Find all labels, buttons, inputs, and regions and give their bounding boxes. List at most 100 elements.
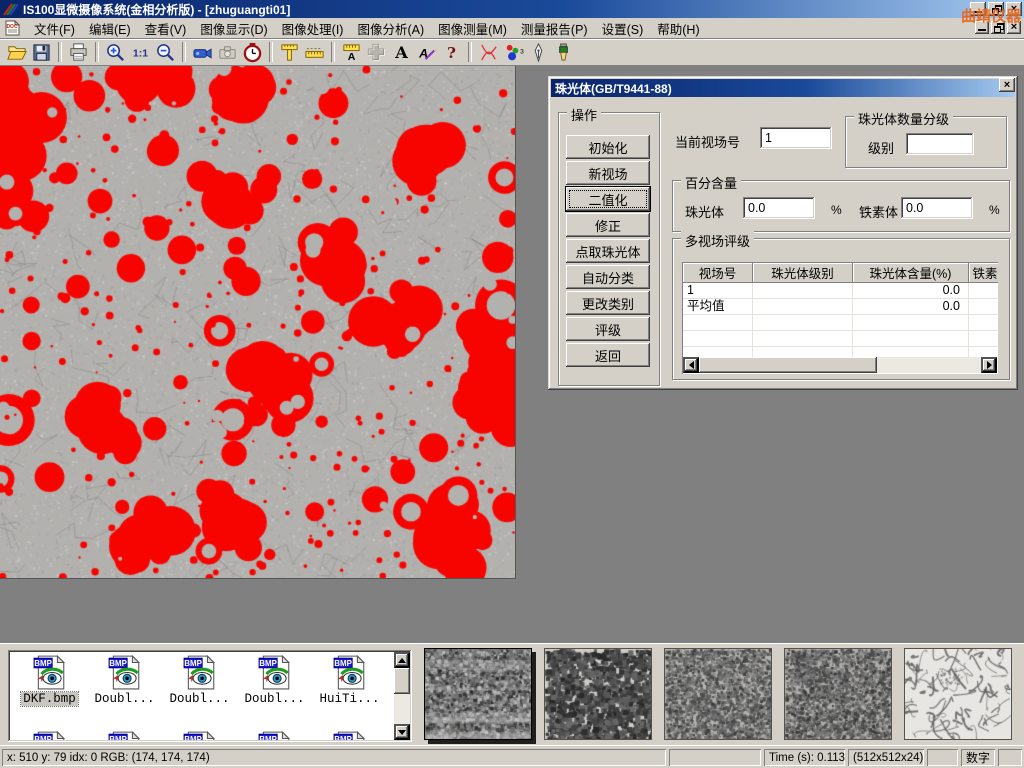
grid-icon[interactable] xyxy=(364,40,389,64)
file-item-clipped[interactable]: BMP xyxy=(312,730,387,740)
thumbnail-1[interactable] xyxy=(424,648,532,740)
thumbnail-3[interactable] xyxy=(664,648,772,740)
text-icon[interactable]: A xyxy=(389,40,414,64)
ruler-icon[interactable] xyxy=(302,40,327,64)
caliper-icon[interactable] xyxy=(277,40,302,64)
table-row[interactable] xyxy=(683,315,998,331)
operation-button-6[interactable]: 自动分类 xyxy=(566,265,650,289)
pearlite-value: 0.0 xyxy=(748,201,765,215)
mdi-restore-icon[interactable] xyxy=(991,21,1005,34)
photo-camera-icon[interactable] xyxy=(215,40,240,64)
restore-icon[interactable] xyxy=(988,2,1004,16)
dialog-close-icon[interactable]: × xyxy=(999,78,1015,92)
close-icon[interactable]: × xyxy=(1006,2,1022,16)
status-empty-1 xyxy=(669,749,761,766)
zoom-out-icon[interactable] xyxy=(153,40,178,64)
thumbnail-2[interactable] xyxy=(544,648,652,740)
operation-button-5[interactable]: 点取珠光体 xyxy=(566,239,650,263)
operation-button-9[interactable]: 返回 xyxy=(566,343,650,367)
metallographic-image[interactable] xyxy=(0,66,516,579)
menu-item-7[interactable]: 图像测量(M) xyxy=(431,17,514,40)
pearlite-dialog: 珠光体(GB/T9441-88) × 操作 当前视场号 1 珠光体数量分级 级别… xyxy=(548,76,1018,390)
file-item[interactable]: BMPDoubl... xyxy=(237,654,312,730)
particles-icon[interactable]: 3 xyxy=(501,40,526,64)
svg-text:BMP: BMP xyxy=(184,735,202,740)
table-row[interactable] xyxy=(683,331,998,347)
curve-icon[interactable] xyxy=(476,40,501,64)
measure-text-icon[interactable]: A xyxy=(339,40,364,64)
svg-text:A: A xyxy=(394,43,408,62)
operation-button-8[interactable]: 评级 xyxy=(566,317,650,341)
operation-button-2[interactable]: 新视场 xyxy=(566,161,650,185)
pearlite-label: 珠光体 xyxy=(685,202,724,221)
ferrite-input[interactable]: 0.0 xyxy=(901,197,973,219)
mdi-minimize-icon[interactable] xyxy=(975,21,989,34)
open-icon[interactable] xyxy=(4,40,29,64)
file-items: BMPDKF.bmpBMPDoubl...BMPDoubl...BMPDoubl… xyxy=(12,654,390,740)
status-empty-2 xyxy=(927,749,958,766)
menu-item-2[interactable]: 编辑(E) xyxy=(82,17,138,40)
level-input[interactable] xyxy=(906,133,974,155)
hscroll-thumb[interactable] xyxy=(699,357,877,373)
annotate-icon[interactable]: A xyxy=(414,40,439,64)
zoom-in-icon[interactable] xyxy=(103,40,128,64)
scroll-left-icon[interactable] xyxy=(683,357,699,373)
level-label: 级别 xyxy=(868,138,894,157)
document-icon[interactable]: DOC xyxy=(4,20,21,36)
file-item-clipped[interactable]: BMP xyxy=(12,730,87,740)
menu-item-8[interactable]: 测量报告(P) xyxy=(514,17,595,40)
current-field-value: 1 xyxy=(765,131,772,145)
dialog-title-bar[interactable]: 珠光体(GB/T9441-88) xyxy=(551,79,1015,97)
print-icon[interactable] xyxy=(66,40,91,64)
mdi-close-icon[interactable]: × xyxy=(1007,21,1021,34)
menu-item-9[interactable]: 设置(S) xyxy=(595,17,651,40)
file-item-clipped[interactable]: BMP xyxy=(87,730,162,740)
operation-button-3[interactable]: 二值化 xyxy=(566,187,650,211)
menu-item-10[interactable]: 帮助(H) xyxy=(650,17,706,40)
table-row[interactable]: 平均值0.0 xyxy=(683,299,998,315)
table-hscrollbar[interactable] xyxy=(683,357,997,373)
operation-button-1[interactable]: 初始化 xyxy=(566,135,650,159)
thumbnail-5[interactable] xyxy=(904,648,1012,740)
current-field-input[interactable]: 1 xyxy=(760,127,832,149)
pearlite-input[interactable]: 0.0 xyxy=(743,197,815,219)
menu-bar: DOC 文件(F)编辑(E)查看(V)图像显示(D)图像处理(I)图像分析(A)… xyxy=(0,18,1024,39)
file-vscrollbar[interactable] xyxy=(394,652,410,740)
rating-table-body: 10.0平均值0.0 xyxy=(683,283,998,363)
table-column-header: 珠光体含量(%) xyxy=(853,263,969,283)
percentage-group-label: 百分含量 xyxy=(681,173,741,192)
table-row[interactable]: 10.0 xyxy=(683,283,998,299)
file-item[interactable]: BMPDoubl... xyxy=(87,654,162,730)
svg-text:BMP: BMP xyxy=(259,735,277,740)
help-icon[interactable]: ? xyxy=(439,40,464,64)
actual-size-icon[interactable]: 1:1 xyxy=(128,40,153,64)
video-camera-icon[interactable] xyxy=(190,40,215,64)
menu-item-6[interactable]: 图像分析(A) xyxy=(350,17,431,40)
file-item-clipped[interactable]: BMP xyxy=(237,730,312,740)
pen-icon[interactable] xyxy=(526,40,551,64)
multi-field-group-label: 多视场评级 xyxy=(681,231,754,250)
menu-item-4[interactable]: 图像显示(D) xyxy=(193,17,274,40)
count-grading-label: 珠光体数量分级 xyxy=(854,109,953,128)
file-name: DKF.bmp xyxy=(21,692,78,706)
brush-icon[interactable] xyxy=(551,40,576,64)
timer-icon[interactable] xyxy=(240,40,265,64)
menu-item-1[interactable]: 文件(F) xyxy=(27,17,82,40)
menu-item-5[interactable]: 图像处理(I) xyxy=(275,17,351,40)
operation-button-7[interactable]: 更改类别 xyxy=(566,291,650,315)
file-item[interactable]: BMPDoubl... xyxy=(162,654,237,730)
scroll-up-icon[interactable] xyxy=(394,652,410,668)
scroll-down-icon[interactable] xyxy=(394,724,410,740)
file-name: Doubl... xyxy=(242,692,306,706)
vscroll-thumb[interactable] xyxy=(394,668,410,694)
file-item[interactable]: BMPHuiTi... xyxy=(312,654,387,730)
scroll-right-icon[interactable] xyxy=(981,357,997,373)
minimize-icon[interactable] xyxy=(970,2,986,16)
menu-item-3[interactable]: 查看(V) xyxy=(138,17,194,40)
file-item[interactable]: BMPDKF.bmp xyxy=(12,654,87,730)
thumbnail-4[interactable] xyxy=(784,648,892,740)
operation-button-4[interactable]: 修正 xyxy=(566,213,650,237)
save-icon[interactable] xyxy=(29,40,54,64)
svg-text:BMP: BMP xyxy=(34,735,52,740)
file-item-clipped[interactable]: BMP xyxy=(162,730,237,740)
